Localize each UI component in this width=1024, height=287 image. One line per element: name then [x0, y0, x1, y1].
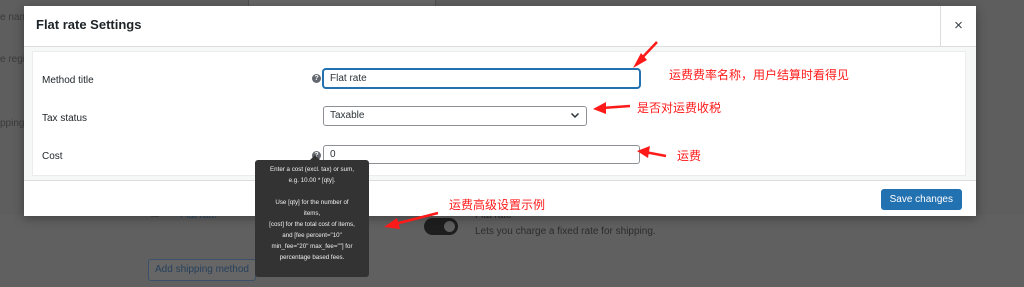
arrow-icon	[384, 211, 439, 229]
arrow-icon	[633, 41, 658, 68]
annotation-method-title: 运费费率名称，用户结算时看得见	[669, 68, 850, 82]
annotation-advanced: 运费高级设置示例	[449, 198, 546, 212]
annotation-tax-status: 是否对运费收税	[637, 101, 722, 115]
annotation-arrows	[384, 41, 667, 229]
arrow-icon	[637, 146, 667, 158]
arrow-icon	[593, 102, 631, 114]
annotation-cost: 运费	[677, 149, 702, 163]
